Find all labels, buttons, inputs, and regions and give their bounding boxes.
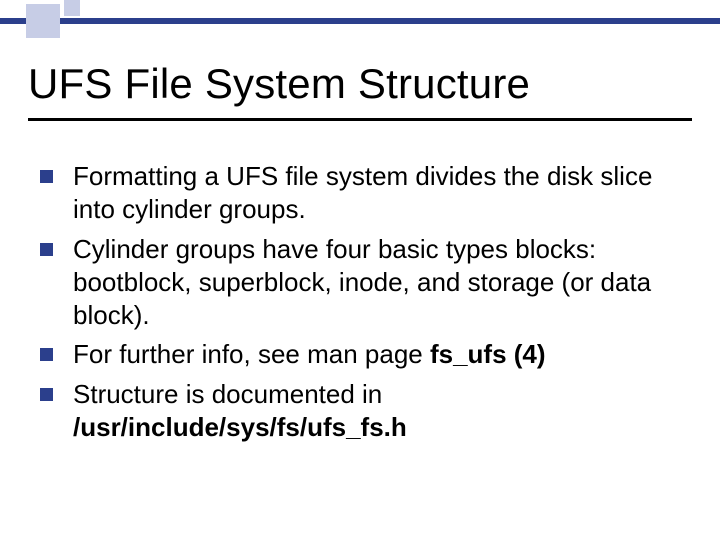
- slide-title: UFS File System Structure: [28, 60, 530, 108]
- square-bullet-icon: [40, 243, 53, 256]
- bullet-text-plain: For further info, see man page: [73, 339, 430, 369]
- list-item: Structure is documented in /usr/include/…: [40, 378, 680, 445]
- accent-square-large: [26, 4, 60, 38]
- list-item: Cylinder groups have four basic types bl…: [40, 233, 680, 333]
- square-bullet-icon: [40, 388, 53, 401]
- bullet-text: For further info, see man page fs_ufs (4…: [73, 338, 680, 371]
- bullet-text: Cylinder groups have four basic types bl…: [73, 233, 680, 333]
- square-bullet-icon: [40, 348, 53, 361]
- header-decoration: [0, 0, 720, 36]
- bullet-text-bold: /usr/include/sys/fs/ufs_fs.h: [73, 412, 407, 442]
- accent-square-small: [64, 0, 80, 16]
- bullet-text-plain: Structure is documented in: [73, 379, 382, 409]
- slide: UFS File System Structure Formatting a U…: [0, 0, 720, 540]
- bullet-text-bold: fs_ufs (4): [430, 339, 546, 369]
- bullet-text: Formatting a UFS file system divides the…: [73, 160, 680, 227]
- title-underline: [28, 118, 692, 121]
- bullet-text: Structure is documented in /usr/include/…: [73, 378, 680, 445]
- list-item: Formatting a UFS file system divides the…: [40, 160, 680, 227]
- accent-band: [0, 18, 720, 24]
- slide-body: Formatting a UFS file system divides the…: [40, 160, 680, 450]
- square-bullet-icon: [40, 170, 53, 183]
- list-item: For further info, see man page fs_ufs (4…: [40, 338, 680, 371]
